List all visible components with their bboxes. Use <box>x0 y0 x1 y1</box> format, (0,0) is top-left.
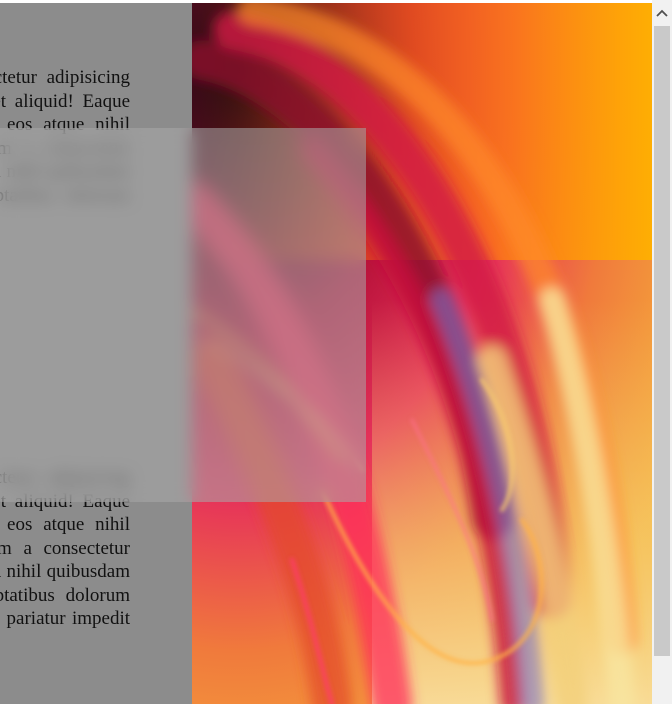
top-edge-line <box>0 0 652 3</box>
frosted-overlay-panel <box>0 128 366 502</box>
vertical-scrollbar[interactable] <box>652 0 672 704</box>
chevron-up-icon[interactable] <box>652 0 672 26</box>
scrollbar-thumb[interactable] <box>654 26 670 656</box>
page-viewport: Lorem ipsum dolor sit amet consectetur a… <box>0 0 672 704</box>
